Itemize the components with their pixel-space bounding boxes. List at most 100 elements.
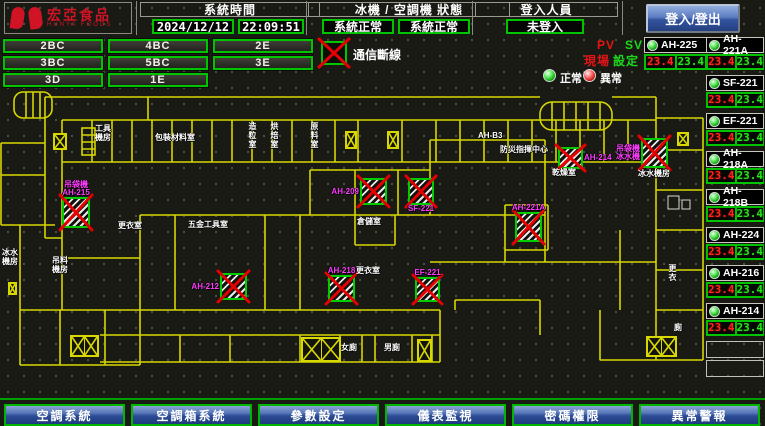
- floor-button-2e[interactable]: 2E: [213, 39, 313, 53]
- bottom-nav-bar: 空調系統空調箱系統參數設定儀表監視密碼權限異常警報: [0, 398, 765, 426]
- floor-button-3e[interactable]: 3E: [213, 56, 313, 70]
- floor-plan: 吊袋機 AH-215 AH-209 SF-221 AH-214 吊袋機 冰水機 AH-22…: [0, 88, 706, 400]
- ahu-status-row[interactable]: SF-221: [706, 75, 764, 91]
- stair-x-cell: [648, 338, 661, 355]
- unit-pv-value: 23.4: [645, 55, 676, 69]
- ahu-status-row[interactable]: AH-214: [706, 303, 764, 319]
- room-label: 廁: [674, 323, 682, 332]
- sv-subheader: 設定: [613, 52, 639, 69]
- room-label: AH-B3: [478, 131, 502, 140]
- room-label: 更衣: [668, 264, 677, 282]
- unit-sv-value: 23.4: [736, 93, 765, 107]
- ahu-comm-loss-marker[interactable]: AH-214: [558, 147, 583, 169]
- unit-led-icon: [709, 116, 720, 127]
- nav-button-3[interactable]: 參數設定: [258, 404, 379, 426]
- stair-x-cell: [55, 135, 65, 148]
- ahu-comm-loss-marker[interactable]: AH-221A: [515, 212, 542, 242]
- ahu-marker-label: AH-221A: [512, 204, 545, 212]
- ac-status-value: 系統正常: [398, 19, 470, 34]
- stair-x-mark: [70, 335, 99, 357]
- unit-name: AH-225: [661, 39, 697, 51]
- system-time-label: 系統時間: [140, 2, 320, 17]
- ahu-value-row: 23.423.4: [706, 206, 764, 222]
- unit-led-icon: [709, 192, 720, 203]
- room-label: 造粒室: [248, 122, 257, 149]
- unit-led-icon: [709, 40, 720, 51]
- room-label: 乾燥室: [552, 168, 576, 177]
- stair-x-cell: [419, 341, 430, 360]
- floor-button-3bc[interactable]: 3BC: [3, 56, 103, 70]
- ahu-status-row[interactable]: AH-216: [706, 265, 764, 281]
- x-icon: [326, 273, 357, 304]
- unit-led-icon: [709, 154, 720, 165]
- stair-x-cell: [661, 338, 675, 355]
- stair-x-cell: [321, 339, 340, 360]
- ahu-status-row[interactable]: AH-218B: [706, 189, 764, 205]
- stair-x-cell: [72, 337, 84, 355]
- normal-legend-label: 正常: [560, 70, 582, 86]
- room-label: 工具 機房: [95, 124, 111, 142]
- nav-button-5[interactable]: 密碼權限: [512, 404, 633, 426]
- ahu-comm-loss-marker[interactable]: AH-218: [328, 275, 355, 302]
- stair-x-mark: [387, 131, 399, 149]
- ahu-comm-loss-marker[interactable]: AH-212: [220, 273, 247, 300]
- nav-button-4[interactable]: 儀表監視: [385, 404, 506, 426]
- ahu-comm-loss-marker[interactable]: 吊袋機 冰水機: [641, 138, 668, 168]
- login-logout-button[interactable]: 登入/登出: [646, 4, 740, 33]
- room-label: 防災指揮中心: [500, 145, 548, 154]
- divider: [622, 1, 623, 35]
- hvac-scada-app: 宏亞食品 HUNYA FOODS 系統時間 2024/12/12 22:09:5…: [0, 0, 765, 426]
- divider: [306, 1, 307, 35]
- ahu-value-row: 23.4 23.4: [644, 54, 707, 70]
- logo-mark-icon: [10, 6, 26, 30]
- login-user-label: 登入人員: [475, 2, 618, 17]
- nav-button-6[interactable]: 異常警報: [639, 404, 760, 426]
- ahu-status-row[interactable]: AH-221A: [706, 37, 764, 53]
- ahu-status-row[interactable]: AH-225: [644, 37, 707, 53]
- unit-sv-value: 23.4: [736, 207, 765, 221]
- unit-led-icon: [709, 78, 720, 89]
- ahu-comm-loss-marker[interactable]: SF-221: [408, 178, 434, 205]
- unit-sv-value: 23.4: [736, 55, 765, 69]
- room-label: 原料室: [310, 122, 319, 149]
- logo-mark-icon: [28, 6, 44, 30]
- room-label: 包裝材料室: [155, 133, 195, 142]
- unit-pv-value: 23.4: [707, 321, 736, 335]
- ahu-value-row: 23.423.4: [706, 130, 764, 146]
- room-label: 吊料 機房: [52, 256, 68, 274]
- ahu-status-row[interactable]: EF-221: [706, 113, 764, 129]
- company-logo: 宏亞食品 HUNYA FOODS: [4, 2, 132, 34]
- unit-pv-value: 23.4: [707, 93, 736, 107]
- unit-name: AH-214: [723, 305, 759, 317]
- ahu-comm-loss-marker[interactable]: AH-209: [360, 178, 387, 205]
- x-icon: [513, 210, 544, 244]
- empty-slot: [706, 360, 764, 377]
- brand-name: 宏亞食品: [47, 8, 112, 22]
- ahu-comm-loss-marker[interactable]: 吊袋機 AH-215: [62, 197, 90, 228]
- ahu-value-row: 23.423.4: [706, 92, 764, 108]
- room-label: 倉儲室: [357, 217, 381, 226]
- ahu-value-row: 23.423.4: [706, 54, 764, 70]
- ahu-marker-label: SF-221: [408, 205, 434, 213]
- stair-x-mark: [53, 133, 67, 150]
- floor-button-5bc[interactable]: 5BC: [108, 56, 208, 70]
- nav-button-1[interactable]: 空調系統: [4, 404, 125, 426]
- floor-button-2bc[interactable]: 2BC: [3, 39, 103, 53]
- unit-name: SF-221: [723, 77, 757, 89]
- floor-button-1e[interactable]: 1E: [108, 73, 208, 87]
- ahu-value-row: 23.423.4: [706, 282, 764, 298]
- ahu-status-row[interactable]: AH-224: [706, 227, 764, 243]
- nav-button-2[interactable]: 空調箱系統: [131, 404, 252, 426]
- floor-button-3d[interactable]: 3D: [3, 73, 103, 87]
- room-label: 五金工具室: [188, 220, 228, 229]
- room-label: 冰水機房: [638, 169, 670, 178]
- floor-button-4bc[interactable]: 4BC: [108, 39, 208, 53]
- system-date-value: 2024/12/12: [152, 19, 234, 34]
- stair-x-mark: [677, 132, 689, 146]
- unit-pv-value: 23.4: [707, 55, 736, 69]
- pv-subheader: 現場: [584, 52, 610, 69]
- ahu-comm-loss-marker[interactable]: EF-221: [415, 277, 440, 302]
- x-icon: [406, 176, 436, 207]
- ahu-marker-label: AH-209: [331, 188, 359, 196]
- ahu-status-row[interactable]: AH-218A: [706, 151, 764, 167]
